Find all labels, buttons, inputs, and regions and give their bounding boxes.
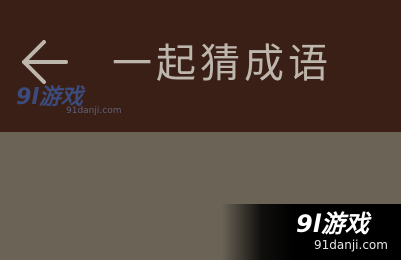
corner-watermark: 9l游戏 91danji.com	[222, 204, 401, 260]
corner-watermark-url: 91danji.com	[314, 238, 388, 252]
corner-watermark-brand: 9l游戏	[296, 210, 369, 238]
page-title: 一起猜成语	[112, 41, 332, 87]
arrow-left-icon	[22, 40, 68, 84]
watermark-url: 91danji.com	[66, 106, 122, 116]
back-button[interactable]	[18, 36, 70, 88]
app-header: 一起猜成语 9l游戏 91danji.com	[0, 0, 401, 132]
watermark-logo: 9l游戏 91danji.com	[16, 86, 122, 120]
